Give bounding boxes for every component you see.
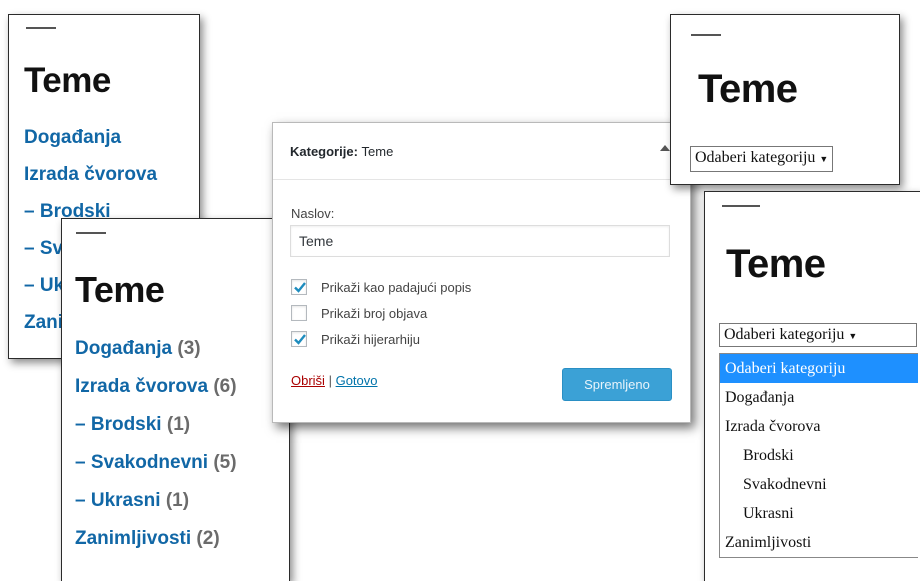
option-label: Prikaži kao padajući popis bbox=[321, 280, 472, 295]
list-item: Događanja (3) bbox=[75, 336, 237, 374]
option-label: Prikaži hijerarhiju bbox=[321, 332, 420, 347]
dialog-header[interactable]: Kategorije: Teme bbox=[273, 123, 690, 180]
category-link[interactable]: – Svakodnevni bbox=[75, 452, 208, 473]
list-item: – Svakodnevni (5) bbox=[75, 450, 237, 488]
list-item: Zanimljivosti (2) bbox=[75, 526, 237, 564]
post-count: (2) bbox=[196, 528, 220, 549]
dropdown-option[interactable]: Odaberi kategoriju bbox=[720, 354, 918, 383]
dialog-title-sub: Teme bbox=[361, 144, 394, 159]
select-value: Odaberi kategoriju bbox=[724, 326, 845, 343]
dropdown-option[interactable]: Zanimljivosti bbox=[720, 528, 918, 557]
checkmark-icon bbox=[294, 282, 306, 293]
widget-settings-dialog: Kategorije: Teme Naslov: Teme Prikaži ka… bbox=[272, 122, 691, 423]
save-button[interactable]: Spremljeno bbox=[562, 368, 672, 401]
dropdown-arrow-icon: ▼ bbox=[819, 154, 829, 164]
widget-divider bbox=[722, 205, 760, 207]
category-list: Događanja (3) Izrada čvorova (6) – Brods… bbox=[75, 336, 237, 564]
checkbox-dropdown[interactable] bbox=[291, 279, 307, 295]
option-label: Prikaži broj objava bbox=[321, 306, 428, 321]
dropdown-option[interactable]: Događanja bbox=[720, 383, 918, 412]
dropdown-option[interactable]: Brodski bbox=[720, 441, 918, 470]
category-dropdown-widget-back: Teme Odaberi kategoriju ▼ bbox=[670, 14, 900, 185]
widget-title: Teme bbox=[75, 269, 165, 310]
category-link[interactable]: Izrada čvorova bbox=[24, 163, 157, 200]
widget-title: Teme bbox=[698, 67, 798, 111]
widget-title: Teme bbox=[726, 242, 826, 286]
category-link[interactable]: Događanja bbox=[24, 126, 157, 163]
list-item: – Ukrasni (1) bbox=[75, 488, 237, 526]
post-count: (1) bbox=[165, 490, 190, 511]
done-link[interactable]: Gotovo bbox=[336, 373, 378, 388]
checkmark-icon bbox=[294, 334, 306, 345]
post-count: (6) bbox=[213, 376, 237, 397]
dropdown-option[interactable]: Svakodnevni bbox=[720, 470, 918, 499]
post-count: (1) bbox=[166, 414, 191, 435]
dropdown-options: Odaberi kategoriju Događanja Izrada čvor… bbox=[719, 353, 918, 558]
dialog-actions: Obriši | Gotovo bbox=[291, 373, 378, 388]
category-link[interactable]: Događanja bbox=[75, 338, 172, 359]
checkbox-hierarchy[interactable] bbox=[291, 331, 307, 347]
title-label: Naslov: bbox=[291, 206, 335, 221]
link-separator: | bbox=[328, 373, 332, 388]
category-select[interactable]: Odaberi kategoriju ▼ bbox=[719, 323, 917, 347]
widget-divider bbox=[76, 232, 106, 234]
widget-title: Teme bbox=[24, 61, 111, 100]
category-link[interactable]: – Brodski bbox=[75, 414, 162, 435]
widget-divider bbox=[26, 27, 56, 29]
dialog-title: Kategorije: Teme bbox=[290, 144, 393, 159]
list-item: Izrada čvorova (6) bbox=[75, 374, 237, 412]
post-count: (5) bbox=[213, 452, 237, 473]
dropdown-option[interactable]: Ukrasni bbox=[720, 499, 918, 528]
dialog-title-main: Kategorije: bbox=[290, 144, 358, 159]
checkbox-post-count[interactable] bbox=[291, 305, 307, 321]
dropdown-option[interactable]: Izrada čvorova bbox=[720, 412, 918, 441]
delete-link[interactable]: Obriši bbox=[291, 373, 325, 388]
category-dropdown-widget-open: Teme Odaberi kategoriju ▼ Odaberi kategor… bbox=[704, 191, 920, 581]
category-link[interactable]: Izrada čvorova bbox=[75, 376, 208, 397]
select-value: Odaberi kategoriju bbox=[695, 149, 816, 166]
dropdown-arrow-icon: ▼ bbox=[848, 331, 858, 341]
list-item: – Brodski (1) bbox=[75, 412, 237, 450]
post-count: (3) bbox=[177, 338, 201, 359]
category-link[interactable]: – Ukrasni bbox=[75, 490, 161, 511]
collapse-arrow-icon[interactable] bbox=[660, 145, 670, 151]
category-widget-counts: Teme Događanja (3) Izrada čvorova (6) – … bbox=[61, 218, 290, 581]
widget-divider bbox=[691, 34, 721, 36]
category-link[interactable]: Zanimljivosti bbox=[75, 528, 191, 549]
category-select[interactable]: Odaberi kategoriju ▼ bbox=[690, 146, 834, 172]
title-input[interactable]: Teme bbox=[290, 225, 670, 257]
